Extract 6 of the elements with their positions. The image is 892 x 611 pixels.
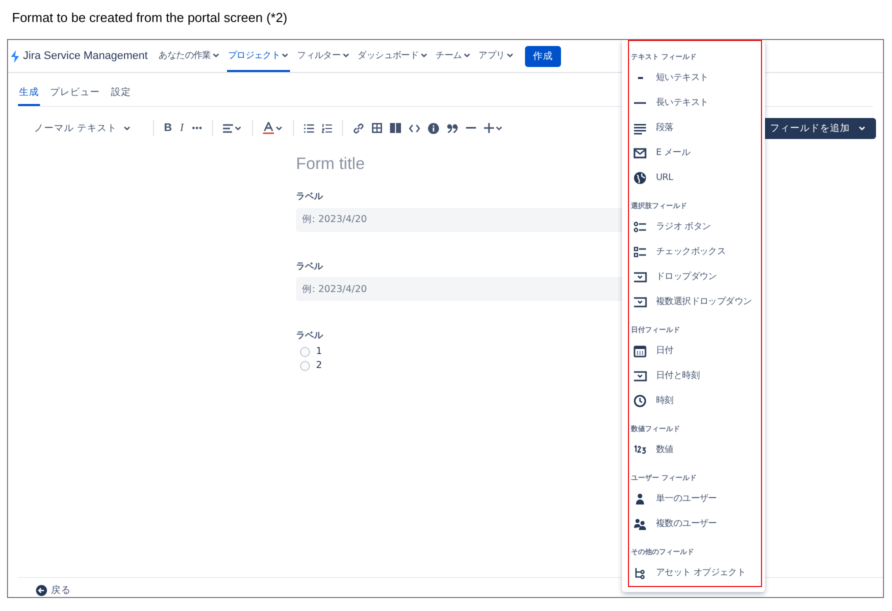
field-label: ラベル (296, 191, 323, 203)
caption: Format to be created from the portal screen (*2) (11, 9, 288, 27)
field-label: ラベル (296, 330, 323, 342)
option-label: 2 (316, 360, 322, 371)
option-label: 1 (316, 346, 322, 357)
field-label: ラベル (296, 260, 323, 272)
